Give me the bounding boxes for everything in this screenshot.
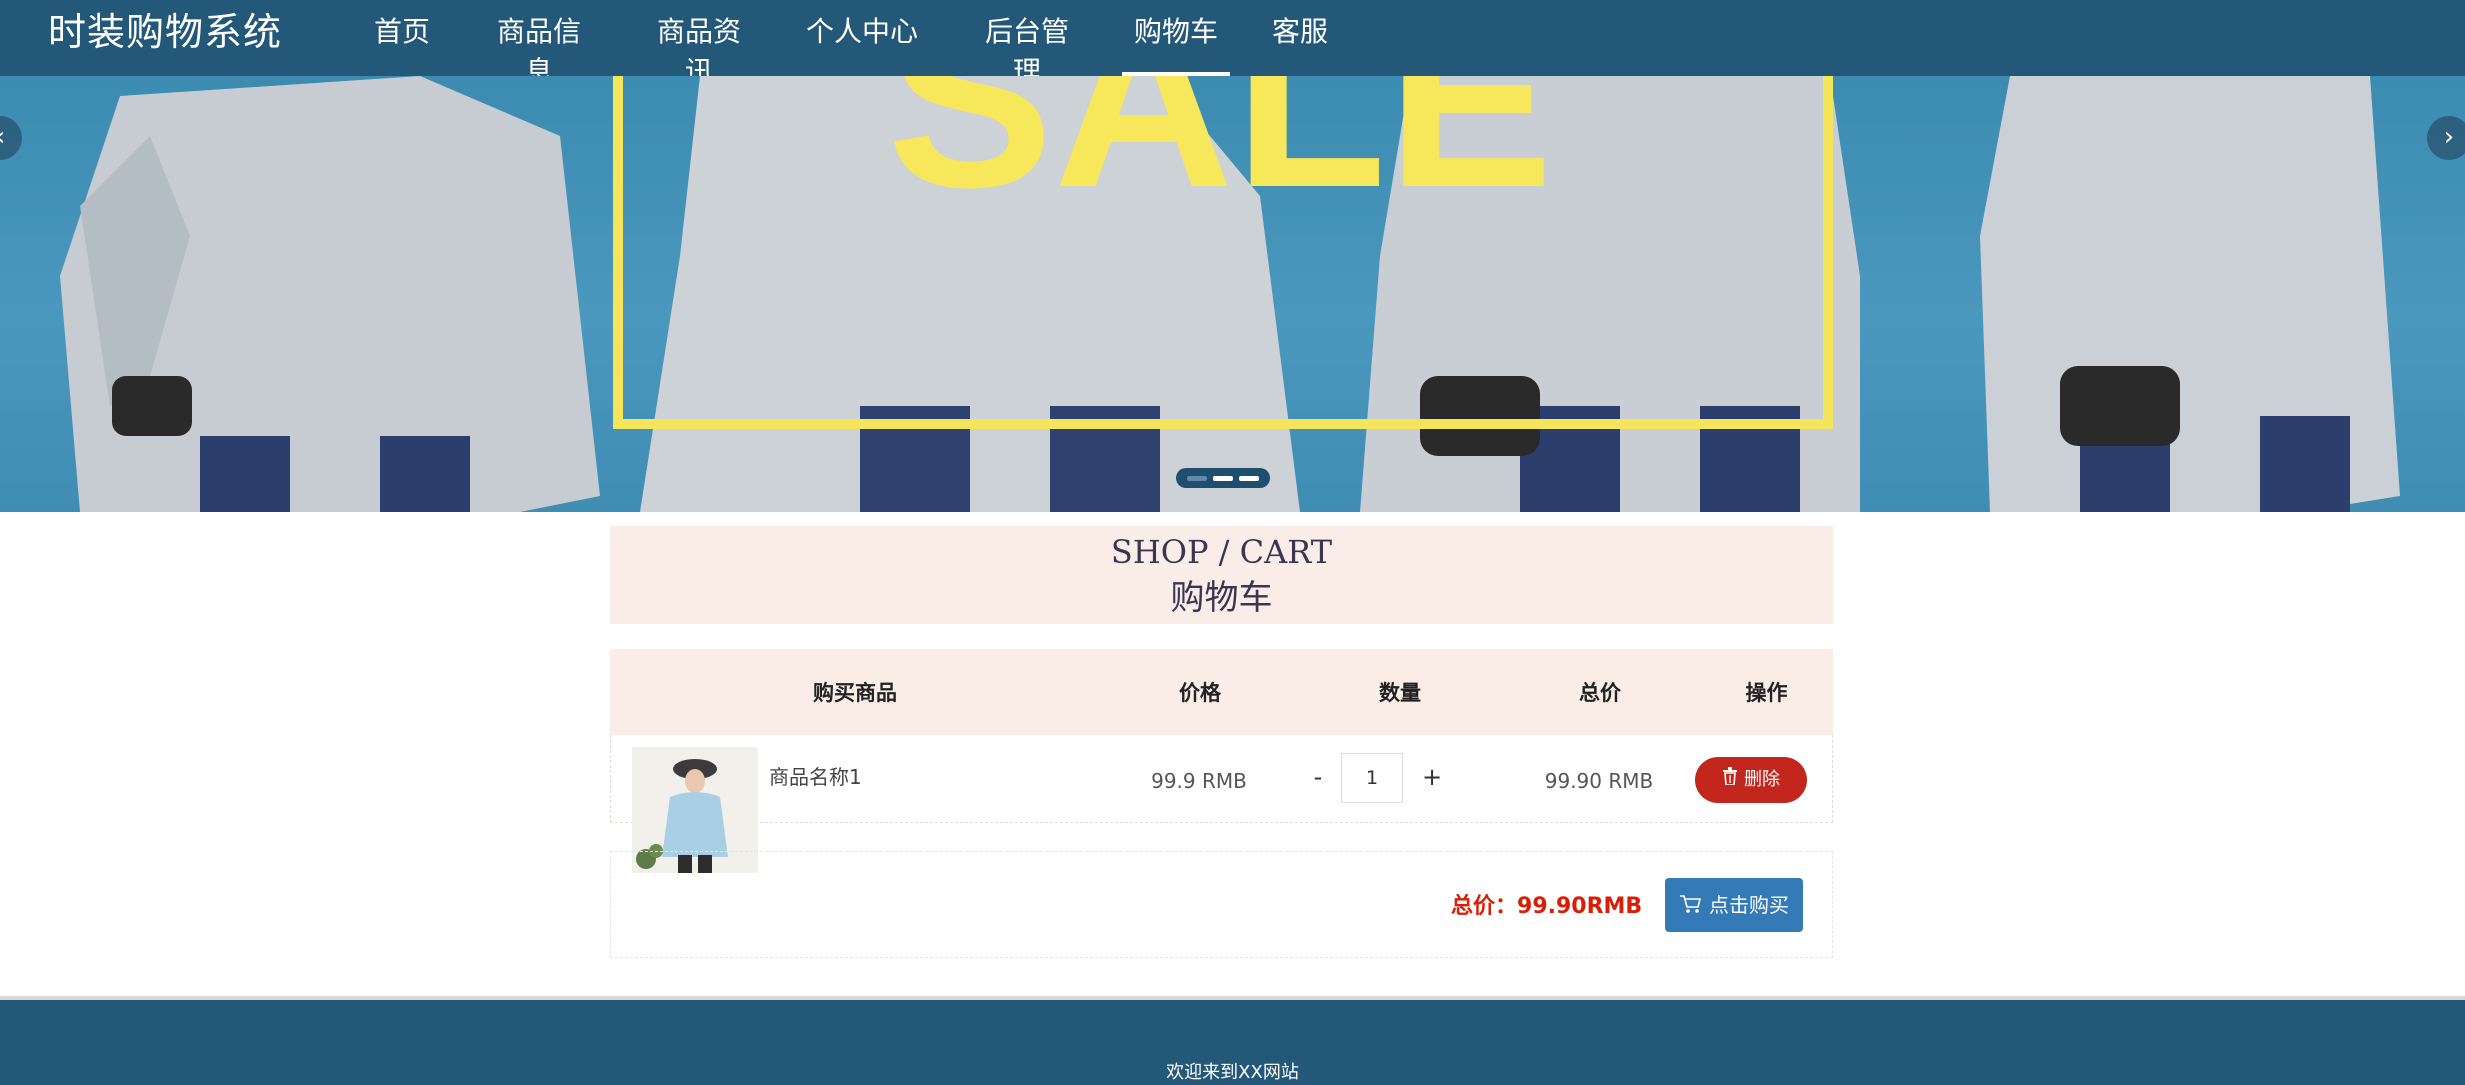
banner-pagination bbox=[1176, 468, 1270, 488]
trash-icon bbox=[1722, 757, 1738, 803]
col-header-product: 购买商品 bbox=[813, 681, 897, 705]
nav-item-service[interactable]: 客服 bbox=[1272, 12, 1328, 76]
col-header-action: 操作 bbox=[1745, 681, 1788, 705]
footer-text: 欢迎来到XX网站 bbox=[1166, 1062, 1299, 1083]
nav-item-admin[interactable]: 后台管理 bbox=[972, 12, 1082, 88]
svg-text:SALE: SALE bbox=[887, 76, 1554, 239]
banner-carousel[interactable]: SALE ‹ › bbox=[0, 76, 2465, 512]
banner-dot-2[interactable] bbox=[1213, 475, 1233, 481]
delete-label: 删除 bbox=[1744, 769, 1780, 790]
product-total: 99.90 RMB bbox=[1544, 769, 1654, 793]
banner-image: SALE bbox=[60, 76, 2400, 512]
banner-dot-1[interactable] bbox=[1187, 475, 1207, 481]
nav-item-home[interactable]: 首页 bbox=[374, 12, 430, 76]
quantity-increase-button[interactable]: + bbox=[1417, 763, 1447, 791]
cart-summary: 总价：99.90RMB 点击购买 bbox=[610, 851, 1833, 958]
brand-logo-text[interactable]: 时装购物系统 bbox=[48, 8, 282, 56]
section-title-en: SHOP / CART bbox=[1110, 533, 1333, 571]
quantity-input[interactable]: 1 bbox=[1341, 753, 1403, 803]
table-row: 商品名称1 99.9 RMB - 1 + 99.90 RMB 删除 bbox=[610, 735, 1833, 873]
cart-icon bbox=[1679, 880, 1702, 934]
col-header-quantity: 数量 bbox=[1379, 681, 1421, 705]
delete-button[interactable]: 删除 bbox=[1695, 757, 1807, 803]
table-header: 购买商品 价格 数量 总价 操作 bbox=[610, 649, 1833, 735]
banner-dot-3[interactable] bbox=[1239, 475, 1259, 481]
product-name[interactable]: 商品名称1 bbox=[769, 761, 862, 790]
nav-item-profile[interactable]: 个人中心 bbox=[806, 12, 918, 76]
quantity-decrease-button[interactable]: - bbox=[1303, 763, 1333, 791]
cart-total-value: 99.90RMB bbox=[1517, 894, 1643, 919]
footer: 欢迎来到XX网站 bbox=[0, 1000, 2465, 1085]
col-header-total: 总价 bbox=[1579, 681, 1621, 705]
buy-label: 点击购买 bbox=[1709, 893, 1789, 917]
section-title-cn: 购物车 bbox=[1170, 578, 1273, 618]
nav-item-products[interactable]: 商品信息 bbox=[484, 12, 594, 88]
cart-table: 购买商品 价格 数量 总价 操作 商品名称1 99.9 RMB - 1 + 99… bbox=[610, 649, 1833, 873]
nav-item-cart[interactable]: 购物车 bbox=[1122, 12, 1230, 76]
section-title: SHOP / CART 购物车 bbox=[610, 526, 1833, 624]
banner-next-button[interactable]: › bbox=[2427, 116, 2465, 160]
cart-total-label: 总价： bbox=[1451, 894, 1518, 919]
product-price: 99.9 RMB bbox=[1151, 769, 1247, 793]
nav-item-news[interactable]: 商品资讯 bbox=[644, 12, 754, 88]
buy-button[interactable]: 点击购买 bbox=[1665, 878, 1803, 932]
col-header-price: 价格 bbox=[1179, 681, 1221, 705]
top-navbar: 时装购物系统 首页 商品信息 商品资讯 个人中心 后台管理 购物车 客服 bbox=[0, 0, 2465, 88]
cart-total: 总价：99.90RMB bbox=[1451, 888, 1642, 920]
